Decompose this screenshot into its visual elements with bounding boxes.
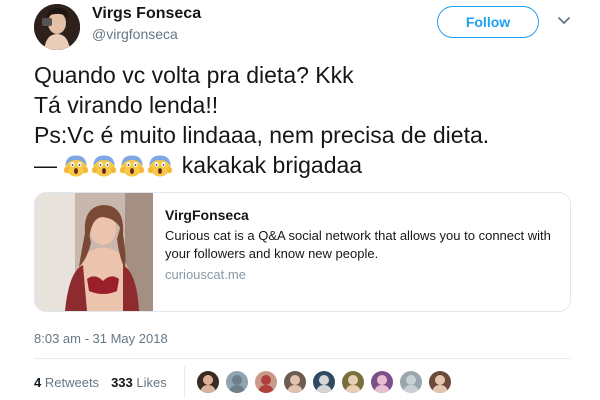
card-description: Curious cat is a Q&A social network that… <box>165 228 551 261</box>
author-handle[interactable]: @virgfonseca <box>92 26 178 42</box>
likes-stat[interactable]: 333 Likes <box>111 375 167 390</box>
retweets-stat[interactable]: 4 Retweets <box>34 375 99 390</box>
card-domain: curiouscat.me <box>165 267 246 282</box>
link-card[interactable]: VirgFonseca Curious cat is a Q&A social … <box>34 192 571 312</box>
liker-avatar[interactable] <box>312 370 336 394</box>
liker-avatar[interactable] <box>225 370 249 394</box>
face-screaming-in-fear-icon <box>63 153 89 177</box>
liker-avatar[interactable] <box>399 370 423 394</box>
author-avatar[interactable] <box>34 4 80 50</box>
face-screaming-in-fear-icon <box>147 153 173 177</box>
liker-avatar[interactable] <box>370 370 394 394</box>
author-display-name[interactable]: Virgs Fonseca <box>92 5 201 23</box>
tweet-line-suffix: kakakak brigadaa <box>181 152 363 178</box>
face-screaming-in-fear-icon <box>91 153 117 177</box>
liker-avatar[interactable] <box>341 370 365 394</box>
follow-button[interactable]: Follow <box>437 6 539 38</box>
face-screaming-in-fear-icon <box>119 153 145 177</box>
card-photo <box>35 193 153 311</box>
tweet-text: Quando vc volta pra dieta? Kkk Tá virand… <box>34 60 574 180</box>
stats-separator <box>184 366 185 398</box>
likers-avatars <box>196 370 457 394</box>
tweet-stats: 4 Retweets 333 Likes <box>34 375 179 390</box>
dash-text: — <box>34 152 57 178</box>
emoji-row <box>63 152 175 178</box>
liker-avatar[interactable] <box>254 370 278 394</box>
chevron-down-icon[interactable] <box>557 14 571 28</box>
likes-count: 333 <box>111 375 133 390</box>
likes-label: Likes <box>136 375 167 390</box>
divider <box>34 358 571 359</box>
author-photo <box>34 4 80 50</box>
tweet-line: Quando vc volta pra dieta? Kkk <box>34 62 354 88</box>
tweet-line: Ps:Vc é muito lindaaa, nem precisa de di… <box>34 122 490 148</box>
liker-avatar[interactable] <box>428 370 452 394</box>
card-title: VirgFonseca <box>165 207 249 223</box>
tweet-line: Tá virando lenda!! <box>34 92 219 118</box>
retweets-label: Retweets <box>44 375 100 390</box>
retweets-count: 4 <box>34 375 42 390</box>
tweet-timestamp[interactable]: 8:03 am - 31 May 2018 <box>34 331 168 346</box>
liker-avatar[interactable] <box>283 370 307 394</box>
liker-avatar[interactable] <box>196 370 220 394</box>
card-image <box>35 193 153 311</box>
tweet-line-emoji: — kakakak brigadaa <box>34 150 574 180</box>
